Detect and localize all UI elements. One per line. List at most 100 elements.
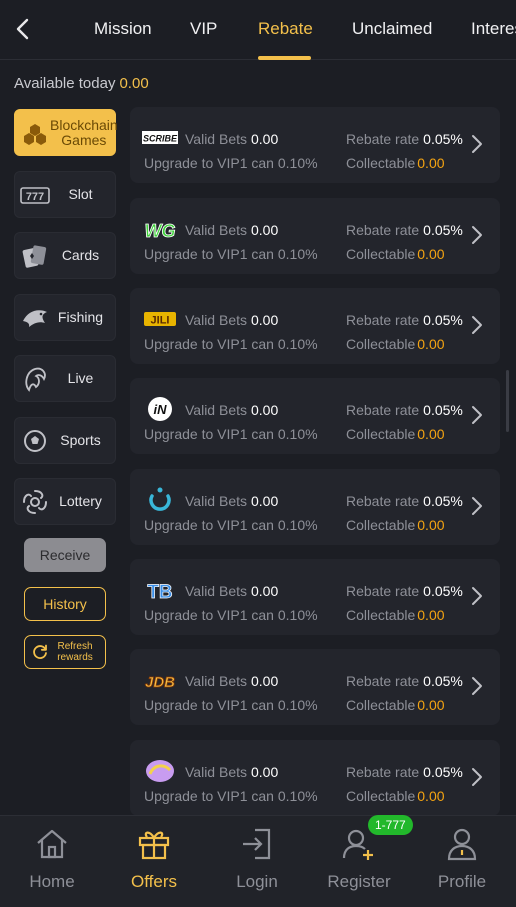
provider-card[interactable]: SCRIBE Valid Bets 0.00 Upgrade to VIP1 can …: [130, 107, 500, 183]
category-label: Slot: [68, 186, 93, 202]
valid-bets-value: 0.00: [251, 583, 279, 599]
category-live[interactable]: Live: [14, 355, 116, 402]
refresh-rewards-button[interactable]: Refresh rewards: [24, 635, 106, 669]
rebate-rate: Rebate rate 0.05%: [346, 583, 463, 599]
chevron-right-icon[interactable]: [470, 495, 484, 517]
category-label: Fishing: [57, 309, 104, 325]
chevron-right-icon[interactable]: [470, 675, 484, 697]
active-tab-indicator: [258, 56, 311, 60]
vip-upgrade-note: Upgrade to VIP1 can 0.10%: [144, 697, 318, 713]
scrollbar[interactable]: [506, 370, 509, 432]
back-arrow-icon[interactable]: [12, 16, 34, 42]
cards-icon: [22, 244, 47, 268]
chevron-right-icon[interactable]: [470, 224, 484, 246]
tab-unclaimed[interactable]: Unclaimed: [352, 19, 432, 39]
valid-bets: Valid Bets 0.00: [185, 402, 279, 418]
category-label: Cards: [61, 247, 100, 263]
category-cards[interactable]: Cards: [14, 232, 116, 279]
tab-interest[interactable]: Interes: [471, 19, 516, 39]
svg-text:777: 777: [26, 191, 44, 203]
valid-bets-value: 0.00: [251, 764, 279, 780]
provider-card[interactable]: TB Valid Bets 0.00 Upgrade to VIP1 can 0.10…: [130, 559, 500, 635]
valid-bets-value: 0.00: [251, 493, 279, 509]
collectable-value: 0.00: [417, 607, 445, 623]
nav-home[interactable]: Home: [7, 826, 97, 902]
category-label: Lottery: [59, 493, 102, 509]
collectable: Collectable 0.00: [346, 517, 445, 533]
rebate-rate: Rebate rate 0.05%: [346, 493, 463, 509]
collectable: Collectable 0.00: [346, 246, 445, 262]
category-label: Live: [67, 370, 94, 386]
nav-label: Register: [327, 872, 391, 891]
category-lottery[interactable]: Lottery: [14, 478, 116, 525]
chevron-right-icon[interactable]: [470, 585, 484, 607]
svg-text:JDB: JDB: [145, 674, 175, 691]
valid-bets: Valid Bets 0.00: [185, 764, 279, 780]
tb-logo: TB: [142, 577, 178, 604]
collectable: Collectable 0.00: [346, 607, 445, 623]
vip-upgrade-note: Upgrade to VIP1 can 0.10%: [144, 155, 318, 171]
rebate-rate: Rebate rate 0.05%: [346, 131, 463, 147]
collectable-value: 0.00: [417, 426, 445, 442]
valid-bets-value: 0.00: [251, 222, 279, 238]
svg-text:SCRIBE: SCRIBE: [143, 134, 178, 144]
ms-logo: [142, 758, 178, 784]
provider-card[interactable]: iN Valid Bets 0.00 Upgrade to VIP1 can 0.10…: [130, 378, 500, 454]
chevron-right-icon[interactable]: [470, 133, 484, 155]
rebate-rate: Rebate rate 0.05%: [346, 222, 463, 238]
tab-rebate[interactable]: Rebate: [258, 19, 313, 39]
available-today-label: Available today: [14, 75, 116, 92]
category-fishing[interactable]: Fishing: [14, 294, 116, 341]
receive-button[interactable]: Receive: [24, 538, 106, 572]
fish-icon: [23, 309, 47, 327]
rebate-rate: Rebate rate 0.05%: [346, 673, 463, 689]
chevron-right-icon[interactable]: [470, 766, 484, 788]
provider-card[interactable]: Valid Bets 0.00 Upgrade to VIP1 can 0.10% R…: [130, 740, 500, 816]
tab-mission[interactable]: Mission: [94, 19, 152, 39]
rebate-rate: Rebate rate 0.05%: [346, 312, 463, 328]
blockchain-icon: [24, 123, 46, 145]
vip-upgrade-note: Upgrade to VIP1 can 0.10%: [144, 336, 318, 352]
collectable: Collectable 0.00: [346, 155, 445, 171]
rebate-rate-value: 0.05%: [423, 493, 463, 509]
vip-upgrade-note: Upgrade to VIP1 can 0.10%: [144, 426, 318, 442]
category-sports[interactable]: Sports: [14, 417, 116, 464]
collectable-value: 0.00: [417, 788, 445, 804]
rebate-rate-value: 0.05%: [423, 673, 463, 689]
collectable-value: 0.00: [417, 517, 445, 533]
category-blockchain-games[interactable]: Blockchain Games: [14, 109, 118, 156]
lottery-icon: [23, 489, 47, 514]
nav-register[interactable]: Register: [314, 826, 404, 902]
provider-card[interactable]: WG Valid Bets 0.00 Upgrade to VIP1 can 0.10…: [130, 198, 500, 274]
provider-card[interactable]: JDB Valid Bets 0.00 Upgrade to VIP1 can 0.1…: [130, 649, 500, 725]
vip-upgrade-note: Upgrade to VIP1 can 0.10%: [144, 246, 318, 262]
valid-bets: Valid Bets 0.00: [185, 312, 279, 328]
rebate-rate-value: 0.05%: [423, 222, 463, 238]
chevron-right-icon[interactable]: [470, 404, 484, 426]
category-slot[interactable]: 777 Slot: [14, 171, 116, 218]
valid-bets-value: 0.00: [251, 402, 279, 418]
chevron-right-icon[interactable]: [470, 314, 484, 336]
history-button[interactable]: History: [24, 587, 106, 621]
slot-777-icon: 777: [20, 186, 50, 204]
refresh-icon: [33, 644, 47, 659]
nav-profile[interactable]: Profile: [417, 826, 507, 902]
u-logo: [142, 487, 178, 513]
valid-bets-value: 0.00: [251, 312, 279, 328]
rebate-rate-value: 0.05%: [423, 583, 463, 599]
provider-card[interactable]: Valid Bets 0.00 Upgrade to VIP1 can 0.10% R…: [130, 469, 500, 545]
collectable-value: 0.00: [417, 697, 445, 713]
in-logo: iN: [142, 396, 178, 422]
nav-label: Home: [29, 872, 75, 891]
rebate-rate-value: 0.05%: [423, 764, 463, 780]
valid-bets-value: 0.00: [251, 673, 279, 689]
category-label: Sports: [60, 432, 101, 448]
nav-login[interactable]: Login: [212, 826, 302, 902]
nav-label: Offers: [131, 872, 177, 891]
tab-vip[interactable]: VIP: [190, 19, 217, 39]
soccer-ball-icon: [24, 429, 46, 452]
jdb-logo: JDB: [142, 667, 178, 693]
provider-card[interactable]: JILI Valid Bets 0.00 Upgrade to VIP1 can 0.…: [130, 288, 500, 364]
nav-offers[interactable]: Offers: [109, 826, 199, 902]
collectable: Collectable 0.00: [346, 336, 445, 352]
